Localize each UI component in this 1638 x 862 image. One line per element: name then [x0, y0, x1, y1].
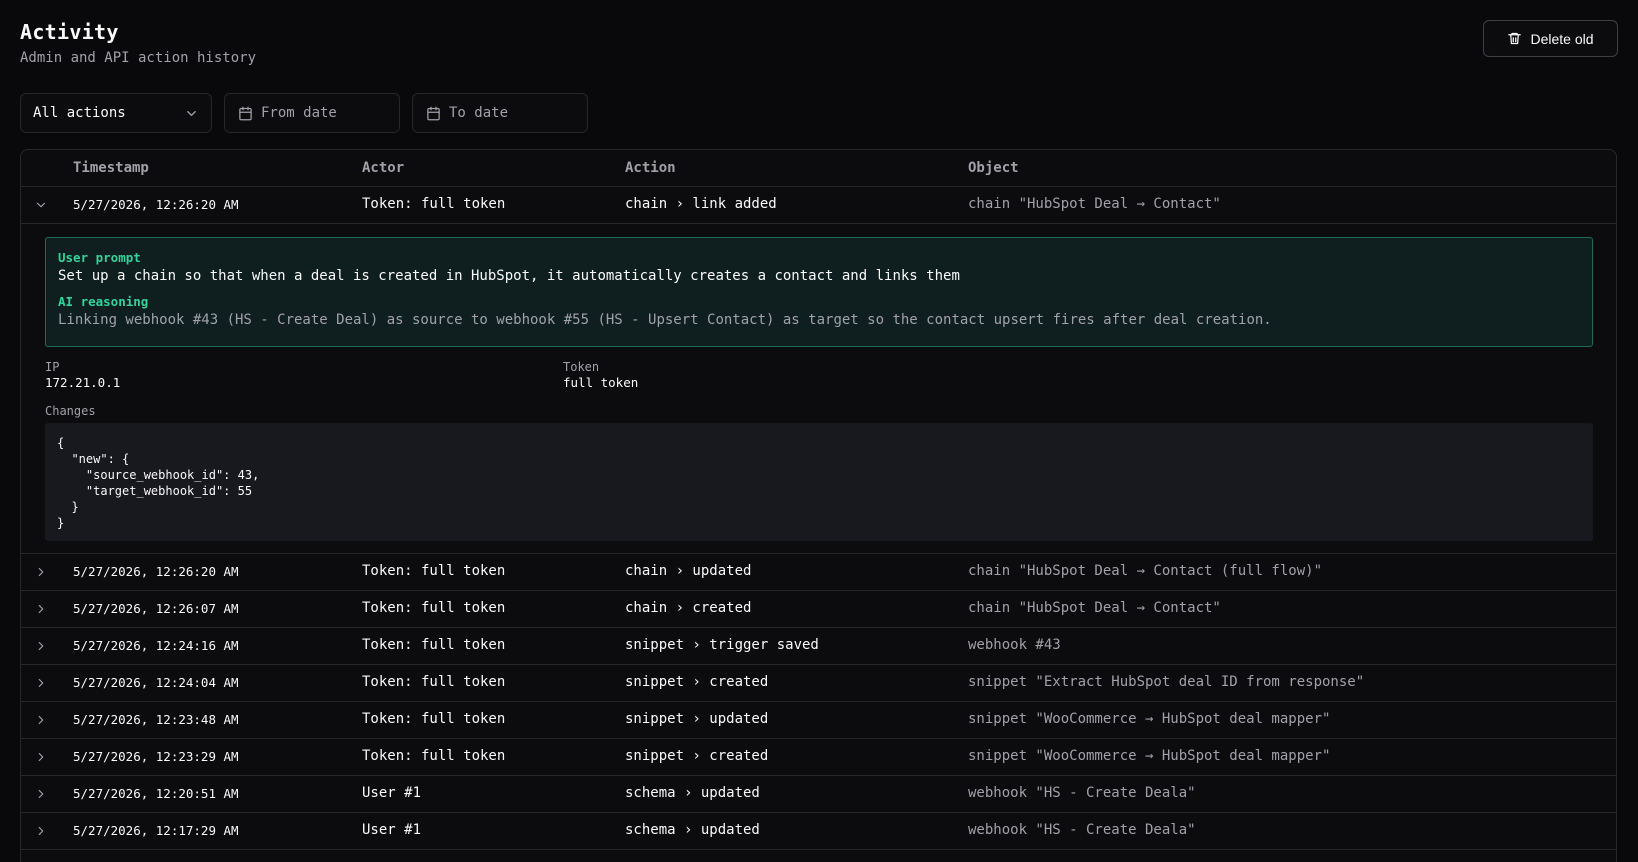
changes-label: Changes	[45, 404, 96, 418]
row-actor: Token: full token	[362, 711, 506, 727]
to-date-placeholder: To date	[449, 105, 509, 121]
chevron-right-icon[interactable]	[34, 602, 48, 616]
activity-page: Activity Admin and API action history De…	[0, 0, 1638, 862]
ai-context-box: User prompt Set up a chain so that when …	[45, 237, 1593, 347]
row-object: webhook #43	[968, 637, 1061, 653]
table-row[interactable]: 5/27/2026, 12:24:16 AM Token: full token s…	[21, 628, 1616, 665]
column-action: Action	[625, 160, 676, 176]
table-row[interactable]: 5/27/2026, 12:26:07 AM Token: full token c…	[21, 591, 1616, 628]
delete-old-button[interactable]: Delete old	[1483, 20, 1618, 57]
table-row[interactable]: 5/27/2026, 12:23:29 AM Token: full token s…	[21, 739, 1616, 776]
calendar-icon	[239, 106, 252, 120]
page-subtitle: Admin and API action history	[20, 50, 257, 66]
row-actor: Token: full token	[362, 600, 506, 616]
row-object: snippet "Extract HubSpot deal ID from re…	[968, 674, 1365, 690]
table-row[interactable]: 5/27/2026, 12:26:20 AM Token: full token c…	[21, 554, 1616, 591]
chevron-down-icon[interactable]	[34, 198, 48, 212]
row-action: schema › updated	[625, 785, 760, 801]
row-object: chain "HubSpot Deal → Contact (full flow…	[968, 563, 1323, 579]
page-title: Activity	[20, 20, 119, 44]
row-object: chain "HubSpot Deal → Contact"	[968, 600, 1221, 616]
row-actor: Token: full token	[362, 748, 506, 764]
row-timestamp: 5/27/2026, 12:20:51 AM	[73, 786, 239, 801]
token-label: Token	[563, 360, 600, 374]
row-action: schema › updated	[625, 822, 760, 838]
action-filter-select[interactable]: All actions	[20, 93, 212, 133]
column-object: Object	[968, 160, 1019, 176]
table-body: 5/27/2026, 12:26:20 AM Token: full token c…	[21, 554, 1616, 850]
row-actor: Token: full token	[362, 637, 506, 653]
row-timestamp: 5/27/2026, 12:26:20 AM	[73, 197, 239, 212]
trash-icon	[1508, 32, 1522, 45]
column-timestamp: Timestamp	[73, 160, 149, 176]
row-actor: User #1	[362, 785, 422, 801]
table-row[interactable]: 5/27/2026, 12:24:04 AM Token: full token s…	[21, 665, 1616, 702]
ip-value: 172.21.0.1	[45, 375, 121, 390]
row-timestamp: 5/27/2026, 12:23:48 AM	[73, 712, 239, 727]
chevron-right-icon[interactable]	[34, 824, 48, 838]
row-action: chain › created	[625, 600, 752, 616]
row-action: chain › updated	[625, 563, 752, 579]
chevron-down-icon	[187, 110, 196, 116]
table-row-expanded[interactable]: 5/27/2026, 12:26:20 AM Token: full token…	[21, 187, 1616, 224]
activity-table: Timestamp Actor Action Object 5/27/2026,…	[20, 149, 1617, 862]
ai-reasoning-text: Linking webhook #43 (HS - Create Deal) a…	[58, 312, 1272, 328]
table-header: Timestamp Actor Action Object	[21, 150, 1616, 187]
chevron-right-icon[interactable]	[34, 750, 48, 764]
ai-reasoning-label: AI reasoning	[58, 294, 149, 309]
row-actor: Token: full token	[362, 563, 506, 579]
to-date-input[interactable]: To date	[412, 93, 588, 133]
row-object: snippet "WooCommerce → HubSpot deal mapp…	[968, 748, 1331, 764]
row-timestamp: 5/27/2026, 12:17:29 AM	[73, 823, 239, 838]
row-action: snippet › updated	[625, 711, 769, 727]
delete-old-label: Delete old	[1530, 30, 1594, 47]
action-filter-value: All actions	[33, 105, 126, 121]
changes-json: { "new": { "source_webhook_id": 43, "tar…	[45, 423, 1593, 541]
row-action: snippet › trigger saved	[625, 637, 819, 653]
from-date-input[interactable]: From date	[224, 93, 400, 133]
user-prompt-text: Set up a chain so that when a deal is cr…	[58, 268, 960, 284]
token-value: full token	[563, 375, 639, 390]
row-detail-panel: User prompt Set up a chain so that when …	[21, 224, 1616, 554]
table-row[interactable]: 5/27/2026, 12:17:29 AM User #1 schema › up…	[21, 813, 1616, 850]
chevron-right-icon[interactable]	[34, 639, 48, 653]
chevron-right-icon[interactable]	[34, 676, 48, 690]
row-timestamp: 5/27/2026, 12:24:04 AM	[73, 675, 239, 690]
row-actor: Token: full token	[362, 196, 506, 212]
chevron-right-icon[interactable]	[34, 713, 48, 727]
table-row[interactable]: 5/27/2026, 12:23:48 AM Token: full token s…	[21, 702, 1616, 739]
row-timestamp: 5/27/2026, 12:26:07 AM	[73, 601, 239, 616]
row-action: snippet › created	[625, 674, 769, 690]
row-timestamp: 5/27/2026, 12:24:16 AM	[73, 638, 239, 653]
row-actor: User #1	[362, 822, 422, 838]
chevron-right-icon[interactable]	[34, 787, 48, 801]
table-row[interactable]: 5/27/2026, 12:20:51 AM User #1 schema › up…	[21, 776, 1616, 813]
row-object: webhook "HS - Create Deala"	[968, 822, 1196, 838]
from-date-placeholder: From date	[261, 105, 337, 121]
row-object: webhook "HS - Create Deala"	[968, 785, 1196, 801]
row-object: snippet "WooCommerce → HubSpot deal mapp…	[968, 711, 1331, 727]
row-actor: Token: full token	[362, 674, 506, 690]
row-action: chain › link added	[625, 196, 777, 212]
chevron-right-icon[interactable]	[34, 565, 48, 579]
row-timestamp: 5/27/2026, 12:23:29 AM	[73, 749, 239, 764]
user-prompt-label: User prompt	[58, 250, 141, 265]
calendar-icon	[427, 106, 440, 120]
column-actor: Actor	[362, 160, 405, 176]
row-timestamp: 5/27/2026, 12:26:20 AM	[73, 564, 239, 579]
row-object: chain "HubSpot Deal → Contact"	[968, 196, 1221, 212]
ip-label: IP	[45, 360, 60, 374]
row-action: snippet › created	[625, 748, 769, 764]
